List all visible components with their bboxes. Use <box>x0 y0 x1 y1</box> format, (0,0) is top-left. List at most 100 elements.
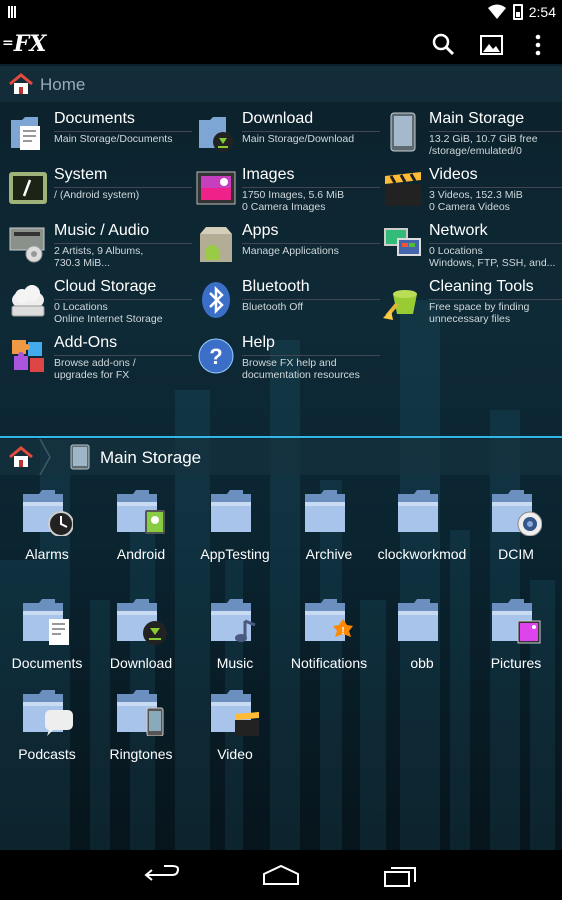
location-detail: Bluetooth Off <box>242 301 304 313</box>
location-name: Add-Ons <box>54 334 118 351</box>
folder-item[interactable]: Video <box>189 690 281 786</box>
location-name: Videos <box>429 166 478 183</box>
status-bar: 2:54 <box>0 0 562 24</box>
folder-icon <box>117 490 165 534</box>
folder-item[interactable]: Pictures <box>470 599 562 695</box>
folder-label: obb <box>410 655 434 671</box>
search-icon[interactable] <box>430 32 458 58</box>
location-underline <box>242 299 380 300</box>
app-logo[interactable]: =FX <box>2 31 46 57</box>
location-underline <box>429 131 562 132</box>
location-item[interactable]: ? Help Browse FX help and documentation re… <box>196 334 382 388</box>
folder-item[interactable]: Music <box>189 599 281 695</box>
location-detail: 1750 Images, 5.6 MiB 0 Camera Images <box>242 189 345 213</box>
folder-item[interactable]: ! Notifications <box>283 599 375 695</box>
location-item[interactable]: Images 1750 Images, 5.6 MiB 0 Camera Imag… <box>196 166 382 220</box>
overflow-menu-icon[interactable] <box>524 32 552 58</box>
folder-icon <box>492 599 541 644</box>
folder-label: Video <box>217 746 253 762</box>
location-detail: Main Storage/Download <box>242 133 355 145</box>
location-item[interactable]: Add-Ons Browse add-ons / upgrades for FX <box>8 334 194 388</box>
folder-item[interactable]: Download <box>95 599 187 695</box>
location-underline <box>54 243 192 244</box>
location-item[interactable]: Apps Manage Applications <box>196 222 382 276</box>
action-bar: =FX <box>0 24 562 64</box>
location-underline <box>429 243 562 244</box>
folder-icon <box>211 690 259 736</box>
puzzle-icon <box>12 340 44 372</box>
svg-text:!: ! <box>341 626 344 637</box>
network-icon <box>384 228 421 256</box>
folder-item[interactable]: Podcasts <box>1 690 93 786</box>
location-name: Bluetooth <box>242 278 310 295</box>
location-item[interactable]: Cloud Storage 0 Locations Online Internet… <box>8 278 194 332</box>
home-icon <box>9 73 33 94</box>
recents-icon[interactable] <box>381 862 421 888</box>
location-detail: 2 Artists, 9 Albums, 730.3 MiB... <box>54 245 144 269</box>
location-item[interactable]: System / (Android system) <box>8 166 194 220</box>
gallery-icon[interactable] <box>478 32 506 58</box>
location-name: Cleaning Tools <box>429 278 534 295</box>
breadcrumb-storage-label[interactable]: Main Storage <box>100 448 201 468</box>
location-underline <box>429 187 562 188</box>
folder-item[interactable]: Documents <box>1 599 93 695</box>
home-icon[interactable] <box>8 446 34 468</box>
location-name: Music / Audio <box>54 222 150 239</box>
location-underline <box>242 355 380 356</box>
home-nav-icon[interactable] <box>261 862 301 888</box>
location-item[interactable]: Download Main Storage/Download <box>196 110 382 164</box>
location-detail: / (Android system) <box>54 189 140 201</box>
pane-divider[interactable] <box>0 436 562 438</box>
notification-icon <box>8 5 22 19</box>
folder-icon <box>211 490 251 532</box>
folder-icon <box>117 690 164 736</box>
home-breadcrumb[interactable]: Home <box>0 66 562 102</box>
bucket-icon <box>383 290 417 320</box>
folder-icon <box>305 490 345 532</box>
navigation-bar <box>0 850 562 900</box>
folder-icon <box>117 599 167 645</box>
location-item[interactable]: Documents Main Storage/Documents <box>8 110 194 164</box>
location-item[interactable]: Cleaning Tools Free space by finding unne… <box>383 278 562 332</box>
battery-icon <box>513 4 523 20</box>
location-detail: 0 Locations Online Internet Storage <box>54 301 163 325</box>
folder-label: Podcasts <box>18 746 76 762</box>
location-name: System <box>54 166 108 183</box>
tablet-icon <box>390 112 416 152</box>
location-name: Download <box>242 110 314 127</box>
folder-item[interactable]: Archive <box>283 490 375 586</box>
folder-item[interactable]: AppTesting <box>189 490 281 586</box>
location-underline <box>242 243 380 244</box>
cloud-icon <box>11 285 45 317</box>
folder-item[interactable]: Alarms <box>1 490 93 586</box>
folder-item[interactable]: clockworkmod <box>376 490 468 586</box>
location-item[interactable]: Videos 3 Videos, 152.3 MiB 0 Camera Video… <box>383 166 562 220</box>
location-name: Main Storage <box>429 110 525 127</box>
location-underline <box>54 187 192 188</box>
image-icon <box>196 171 236 205</box>
folder-item[interactable]: DCIM <box>470 490 562 586</box>
location-detail: 13.2 GiB, 10.7 GiB free /storage/emulate… <box>429 133 538 157</box>
wifi-icon <box>488 4 506 19</box>
folder-item[interactable]: obb <box>376 599 468 695</box>
location-detail: 0 Locations Windows, FTP, SSH, and... <box>429 245 556 269</box>
back-icon[interactable] <box>142 862 182 888</box>
folder-icon <box>398 599 438 641</box>
location-name: Documents <box>54 110 135 127</box>
tablet-icon <box>70 444 90 470</box>
location-item[interactable]: Bluetooth Bluetooth Off <box>196 278 382 332</box>
download-icon <box>199 117 233 152</box>
location-item[interactable]: Network 0 Locations Windows, FTP, SSH, an… <box>383 222 562 276</box>
folder-label: Alarms <box>25 546 69 562</box>
location-item[interactable]: Music / Audio 2 Artists, 9 Albums, 730.3 … <box>8 222 194 276</box>
folder-item[interactable]: Ringtones <box>95 690 187 786</box>
location-name: Apps <box>242 222 279 239</box>
folder-item[interactable]: Android <box>95 490 187 586</box>
folder-icon <box>211 599 256 642</box>
location-item[interactable]: Main Storage 13.2 GiB, 10.7 GiB free /sto… <box>383 110 562 164</box>
folder-icon <box>398 490 438 532</box>
location-detail: 3 Videos, 152.3 MiB 0 Camera Videos <box>429 189 523 213</box>
location-underline <box>242 131 380 132</box>
folder-icon <box>23 690 73 736</box>
folder-label: Ringtones <box>109 746 173 762</box>
